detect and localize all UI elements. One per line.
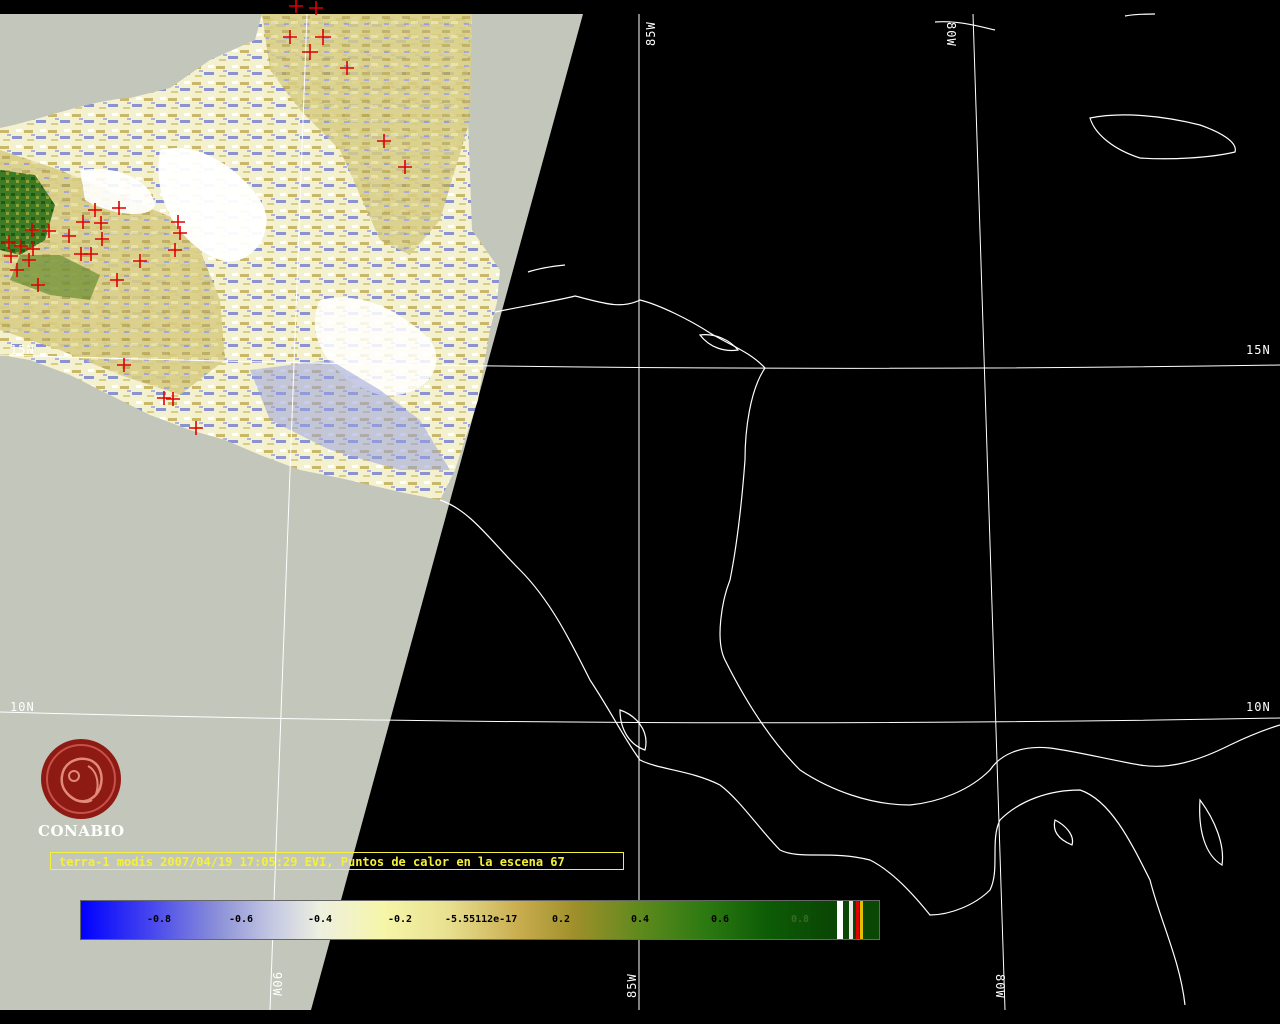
lon-label-90w-bottom: 90W [270, 972, 284, 997]
colorbar-tick: -0.2 [388, 914, 413, 925]
colorbar-tick: -0.4 [308, 914, 333, 925]
evi-colorbar: -0.8 -0.6 -0.4 -0.2 -5.55112e-17 0.2 0.4… [80, 900, 880, 940]
lat-label-10n-left: 10N [10, 700, 35, 714]
colorbar-tick: 0.8 [791, 914, 810, 925]
colorbar-tick: 0.2 [552, 914, 571, 925]
colorbar-extra-swatch [860, 901, 863, 939]
conabio-logo-icon [41, 739, 121, 819]
colorbar-tick: 0.6 [711, 914, 730, 925]
lon-label-80w-top: 80W [944, 22, 958, 47]
lat-label-15n-left: 15N [10, 343, 35, 357]
lat-label-10n-right: 10N [1246, 700, 1271, 714]
colorbar-tick: -5.55112e-17 [445, 914, 518, 925]
scene-title: terra-1 modis 2007/04/19 17:05:29 EVI, P… [50, 852, 624, 870]
colorbar-hotspot-swatch [856, 901, 859, 939]
lon-label-80w-bottom: 80W [993, 974, 1007, 999]
colorbar-tick: -0.6 [229, 914, 254, 925]
satellite-map [0, 0, 1280, 1011]
colorbar-nodata-swatch [837, 901, 843, 939]
lon-label-85w-top: 85W [644, 21, 658, 46]
lat-label-15n-right: 15N [1246, 343, 1271, 357]
colorbar-cloud-swatch [849, 901, 853, 939]
colorbar-tick: -0.8 [147, 914, 172, 925]
lon-label-85w-bottom: 85W [625, 973, 639, 998]
conabio-logo-text: CONABIO [38, 822, 125, 840]
colorbar-tick: 0.4 [631, 914, 650, 925]
